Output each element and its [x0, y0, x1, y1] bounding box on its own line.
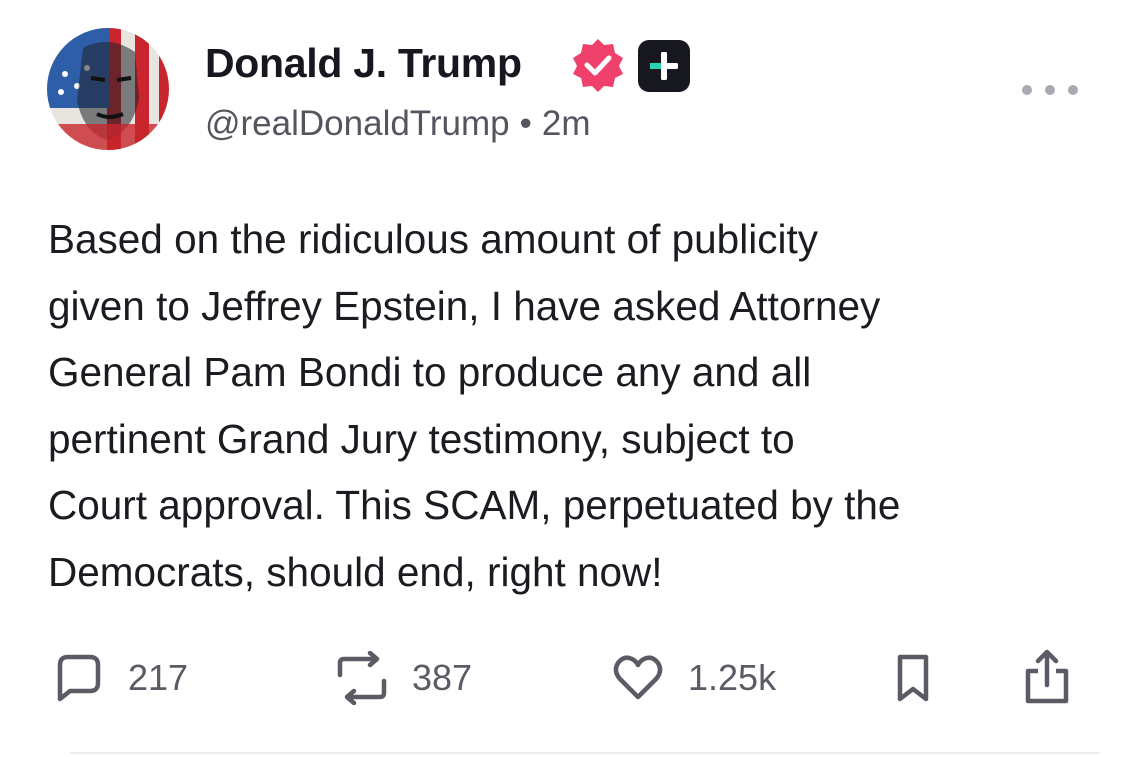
- post-text-line: given to Jeffrey Epstein, I have asked A…: [48, 282, 881, 329]
- verified-badge-icon: [573, 39, 623, 92]
- post-text-line: Court approval. This SCAM, perpetuated b…: [48, 482, 901, 528]
- like-count: 1.25k: [688, 657, 777, 698]
- repost-icon: [337, 651, 387, 705]
- plus-badge-icon: [638, 40, 690, 92]
- separator-dot: •: [519, 104, 532, 143]
- post-timestamp[interactable]: 2m: [542, 104, 591, 143]
- bookmark-icon: [897, 654, 929, 702]
- reply-count: 217: [128, 657, 189, 698]
- post-text-line: Based on the ridiculous amount of public…: [48, 216, 818, 262]
- comment-icon: [57, 654, 101, 702]
- reply-button[interactable]: 217: [52, 648, 188, 708]
- user-handle[interactable]: @realDonaldTrump: [205, 104, 510, 143]
- display-name[interactable]: Donald J. Trump: [205, 40, 522, 87]
- like-button[interactable]: 1.25k: [610, 648, 776, 708]
- share-icon: [1025, 649, 1069, 704]
- handle-line: @realDonaldTrump • 2m: [205, 104, 591, 144]
- post-text-line: pertinent Grand Jury testimony, subject …: [48, 415, 795, 462]
- more-horizontal-icon: [1022, 85, 1032, 95]
- avatar[interactable]: [47, 28, 169, 150]
- avatar-image: [47, 28, 169, 150]
- post-card: Donald J. Trump @realDonaldTrump • 2m Base…: [0, 0, 1124, 757]
- post-text-line: Democrats, should end, right now!: [48, 548, 663, 595]
- repost-count: 387: [412, 657, 473, 698]
- post-text-line: General Pam Bondi to produce any and all: [48, 349, 812, 395]
- bookmark-button[interactable]: [890, 648, 936, 708]
- share-button[interactable]: [1020, 648, 1074, 708]
- divider: [70, 752, 1100, 754]
- post-text: Based on the ridiculous amount of public…: [48, 206, 1088, 605]
- heart-icon: [613, 655, 663, 700]
- repost-button[interactable]: 387: [332, 648, 472, 708]
- more-options-button[interactable]: [1022, 70, 1078, 110]
